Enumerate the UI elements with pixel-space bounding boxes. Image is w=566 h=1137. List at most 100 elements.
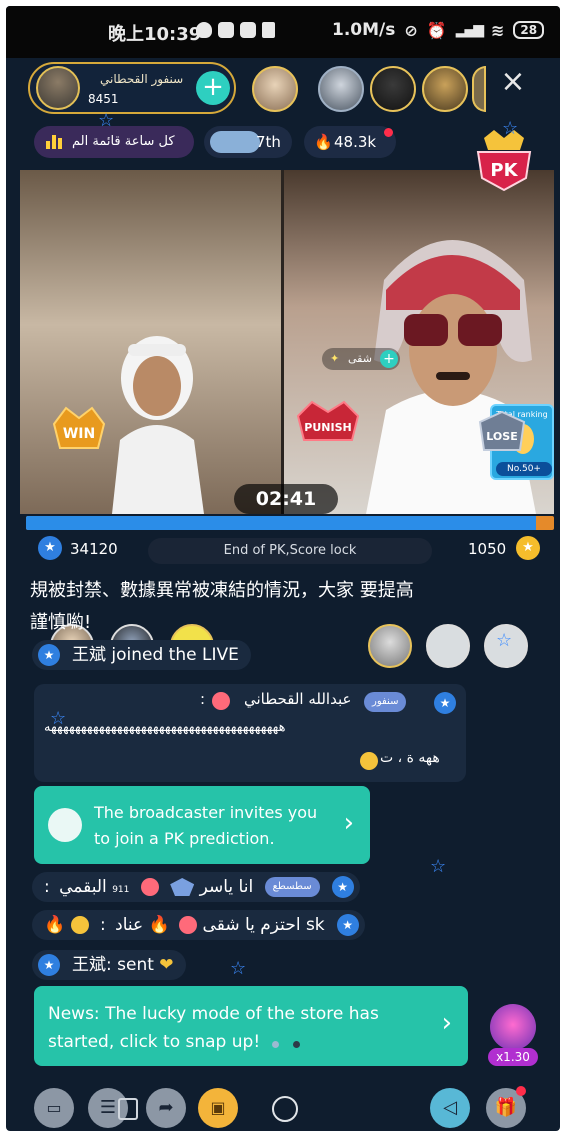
pk-status: End of PK,Score lock: [148, 538, 432, 564]
chat-username: عبدالله القحطاني: [244, 690, 352, 708]
gift-message: ★ 王斌: sent ❤: [32, 950, 186, 980]
punish-badge: PUNISH: [296, 400, 360, 441]
viewer-avatar[interactable]: [370, 66, 416, 112]
home-nav-icon[interactable]: [272, 1096, 298, 1122]
host-avatar[interactable]: [36, 66, 80, 110]
network-speed: 1.0M/s: [332, 20, 396, 40]
star-icon: ★: [38, 954, 60, 976]
recent-apps-nav-icon[interactable]: [118, 1098, 138, 1120]
popularity-chip[interactable]: 🔥 48.3k: [304, 126, 396, 158]
close-button[interactable]: ×: [498, 64, 528, 100]
viewer-avatar[interactable]: [422, 66, 468, 112]
popularity-count: 48.3k: [334, 133, 377, 151]
status-time: 晚上10:39: [108, 24, 202, 45]
system-notice-line1: 規被封禁、數據異常被凍結的情況，大家 要提高: [30, 580, 414, 601]
lucky-machine-icon: [490, 1004, 536, 1050]
star-icon: ★: [336, 914, 359, 936]
star-icon: ★: [38, 644, 60, 666]
heart-emoji-icon: [179, 916, 198, 934]
lucky-gift-button[interactable]: x1.30: [482, 1004, 544, 1068]
right-top-gifter-avatar[interactable]: [368, 624, 412, 668]
host-follower-count: 8451: [88, 92, 119, 106]
viewer-avatar[interactable]: [252, 66, 298, 112]
host-info-pill[interactable]: سنفور القحطاني 8451 +: [28, 62, 236, 114]
heart-emoji-icon: [212, 692, 230, 710]
fire-emoji-icon: 🔥: [148, 915, 170, 935]
pk-prediction-text: The broadcaster invites you to join a PK…: [94, 803, 318, 848]
sparkle-icon: ✦: [330, 352, 340, 365]
viewer-avatar[interactable]: [318, 66, 364, 112]
right-streamer-chip[interactable]: ✦ شقى +: [322, 348, 400, 370]
win-badge: WIN: [52, 406, 106, 449]
ranking-bars-icon: [46, 135, 62, 149]
fire-icon: 🔥: [314, 133, 333, 151]
news-banner[interactable]: News: The lucky mode of the store has st…: [34, 986, 468, 1066]
decor-star-icon: ☆: [430, 856, 447, 877]
alarm-icon: ⏰: [426, 20, 447, 40]
host-name: سنفور القحطاني: [100, 72, 184, 86]
lose-badge: LOSE: [478, 410, 526, 451]
ranking-text: كل ساعة قائمة الم: [72, 134, 175, 149]
colon: :: [200, 690, 206, 708]
system-notice-line2: 謹慎喲!: [30, 612, 92, 633]
decor-star-icon: ☆: [50, 708, 67, 729]
chat-username: البقمي: [59, 877, 107, 897]
left-stream-feed[interactable]: WIN: [20, 170, 281, 514]
decor-star-icon: ☆: [98, 110, 115, 131]
mute-icon: ⊘: [404, 20, 418, 40]
svg-text:PK: PK: [490, 160, 518, 181]
star-icon: ★: [331, 876, 354, 898]
chat-message[interactable]: ★ سنفور عبدالله القحطاني : ههههههههههههه…: [34, 684, 466, 782]
fire-emoji-icon: 🔥: [44, 915, 66, 935]
user-badge: سطسطع: [264, 877, 320, 897]
chat-message-text-2: ههه ة ، ت: [380, 750, 440, 766]
follow-button[interactable]: +: [196, 71, 230, 105]
svg-text:LOSE: LOSE: [486, 430, 517, 443]
chat-message[interactable]: : انا ياسر 911 البقمي سطسطع ★: [32, 872, 360, 902]
chat-input-button[interactable]: ▭: [34, 1088, 74, 1128]
share-button[interactable]: ➦: [146, 1088, 186, 1128]
lucky-multiplier: x1.30: [488, 1048, 538, 1066]
viewer-avatar[interactable]: [472, 66, 486, 112]
laugh-emoji-icon: [70, 916, 89, 934]
decor-star-icon: ☆: [502, 118, 519, 139]
signal-icon: ▂▄▆: [455, 22, 484, 38]
page-dot: [272, 1041, 279, 1048]
app-notification-icon: [218, 22, 234, 38]
battery-icon: 28: [513, 21, 545, 39]
decor-star-icon: ☆: [496, 630, 513, 651]
laugh-emoji-icon: [360, 752, 378, 770]
right-score: 1050: [468, 540, 507, 558]
left-score: 34120: [70, 540, 118, 558]
left-score-fill: [26, 516, 536, 530]
star-icon: ★: [38, 536, 62, 560]
person-icon: 8: [88, 92, 96, 106]
right-empty-gifter-slot[interactable]: [426, 624, 470, 668]
shield-icon: [196, 22, 212, 38]
svg-text:PUNISH: PUNISH: [304, 421, 351, 434]
pk-prediction-card[interactable]: The broadcaster invites you to join a PK…: [34, 786, 370, 864]
chat-message-text: هههههههههههههههههههههههههههههههههههههههه: [44, 720, 286, 735]
ranking-number: No.50+: [496, 462, 552, 476]
rank-position-chip[interactable]: 7th: [204, 126, 292, 158]
coin-icon: ★: [516, 536, 540, 560]
user-level: 911: [112, 885, 130, 895]
decor-star-icon: ☆: [230, 958, 247, 979]
camera-switch-button[interactable]: ▣: [198, 1088, 238, 1128]
rank-position: 7th: [256, 133, 281, 151]
notification-dot: [516, 1086, 526, 1096]
chevron-right-icon: ›: [343, 808, 354, 838]
follow-right-streamer-button[interactable]: +: [379, 350, 398, 368]
chat-message[interactable]: 🔥 : احتزم يا شقى 🔥 عناد sk ★: [32, 910, 365, 940]
chevron-right-icon: ›: [441, 1008, 452, 1038]
heart-emoji-icon: [140, 878, 159, 896]
pk-video-area[interactable]: WIN ✦ شقى + Total ranking No.50+ PUNISH …: [20, 170, 554, 668]
pk-score-row: ★ 34120 End of PK,Score lock 1050 ★: [26, 536, 554, 566]
back-nav-button[interactable]: ◁: [430, 1088, 470, 1128]
status-right: 1.0M/s ⊘ ⏰ ▂▄▆ ≋ 28: [332, 20, 545, 40]
image-icon: [262, 22, 275, 38]
heart-gift-icon: ❤: [159, 955, 174, 975]
notification-dot: [384, 128, 393, 137]
news-text: News: The lucky mode of the store has st…: [48, 1004, 379, 1052]
star-icon: ★: [434, 692, 456, 714]
